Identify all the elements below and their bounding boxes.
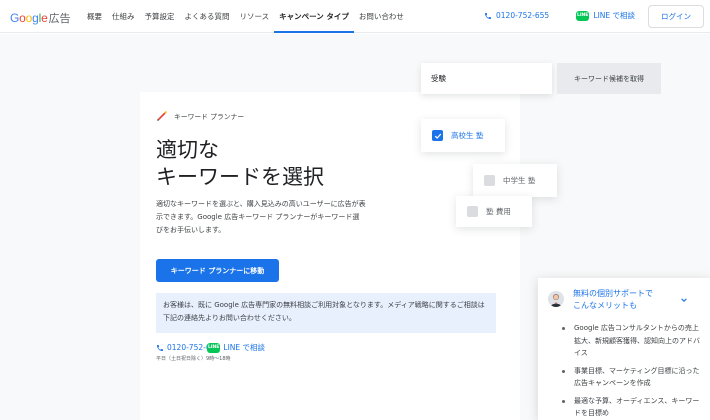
checkbox-unchecked-icon[interactable] xyxy=(484,175,495,186)
checkbox-unchecked-icon[interactable] xyxy=(467,206,478,217)
consultant-avatar xyxy=(548,291,564,307)
page-title: 適切な キーワードを選択 xyxy=(156,137,324,191)
header-line-link[interactable]: LINE LINE で相談 xyxy=(576,10,635,21)
support-card-title-line1: 無料の個別サポートで xyxy=(573,289,653,298)
contact-line-link[interactable]: LINE LINE で相談 xyxy=(207,342,265,353)
list-item: 最適な予算、オーディエンス、キーワードを目標め xyxy=(562,395,702,420)
checkbox-checked-icon[interactable] xyxy=(432,130,443,141)
consultation-notice: お客様は、既に Google 広告専門家の無料相談ご利用対象となります。メディア… xyxy=(156,293,496,333)
header-phone-number: 0120-752-655 xyxy=(496,11,550,20)
keyword-planner-cta-button[interactable]: キーワード プランナーに移動 xyxy=(156,259,279,282)
chevron-down-icon[interactable] xyxy=(680,296,688,304)
nav-item-faq[interactable]: よくある質問 xyxy=(180,0,235,33)
nav-item-contact[interactable]: お問い合わせ xyxy=(354,0,409,33)
keyword-chip-label: 高校生 塾 xyxy=(451,131,484,140)
nav-item-how-it-works[interactable]: 仕組み xyxy=(107,0,140,33)
nav-item-resources[interactable]: リソース xyxy=(235,0,275,33)
get-keyword-ideas-button[interactable]: キーワード候補を取得 xyxy=(557,63,661,94)
hero-eyebrow-label: キーワード プランナー xyxy=(174,113,245,121)
header-phone-link[interactable]: 0120-752-655 xyxy=(484,11,549,20)
logo-google-text: Google xyxy=(10,11,48,25)
nav-item-overview[interactable]: 概要 xyxy=(82,0,107,33)
top-header: Google 広告 概要 仕組み 予算設定 よくある質問 リソース キャンペーン… xyxy=(0,0,710,33)
keyword-search-input[interactable]: 受験 xyxy=(421,63,552,94)
hero-description: 適切なキーワードを選ぶと、購入見込みの高いユーザーに広告が表示できます。Goog… xyxy=(156,200,366,234)
main-nav: 概要 仕組み 予算設定 よくある質問 リソース キャンペーン タイプ お問い合わ… xyxy=(82,0,409,33)
pencil-icon xyxy=(157,110,168,121)
free-support-card: 無料の個別サポートで こんなメリットも Google 広告コンサルタントからの売… xyxy=(538,278,710,420)
phone-icon xyxy=(157,344,163,351)
line-icon: LINE xyxy=(576,10,590,21)
nav-item-campaign-types[interactable]: キャンペーン タイプ xyxy=(274,0,354,33)
phone-icon xyxy=(485,12,491,19)
list-item: Google 広告コンサルタントからの売上拡大、新規顧客獲得、認知向上のアドバイ… xyxy=(562,322,702,360)
page-title-line1: 適切な xyxy=(156,138,219,162)
nav-item-budget[interactable]: 予算設定 xyxy=(140,0,180,33)
line-icon: LINE xyxy=(207,342,221,353)
page-title-line2: キーワードを選択 xyxy=(156,165,324,189)
keyword-chip[interactable]: 高校生 塾 xyxy=(421,119,505,152)
support-benefits-list: Google 広告コンサルタントからの売上拡大、新規顧客獲得、認知向上のアドバイ… xyxy=(562,322,702,420)
support-card-title-line2: こんなメリットも xyxy=(573,301,637,310)
support-card-title[interactable]: 無料の個別サポートで こんなメリットも xyxy=(573,288,653,312)
keyword-chip[interactable]: 中学生 塾 xyxy=(473,164,557,197)
keyword-chip-label: 塾 費用 xyxy=(486,207,511,216)
login-button[interactable]: ログイン xyxy=(648,5,704,28)
keyword-chip-label: 中学生 塾 xyxy=(503,176,536,185)
header-line-label: LINE で相談 xyxy=(593,11,636,20)
contact-line-label: LINE で相談 xyxy=(223,343,266,352)
hero-eyebrow: キーワード プランナー xyxy=(156,110,244,122)
list-item: 事業目標、マーケティング目標に沿った広告キャンペーンを作成 xyxy=(562,365,702,390)
google-ads-logo[interactable]: Google 広告 xyxy=(10,10,71,26)
logo-ads-text: 広告 xyxy=(48,12,71,25)
keyword-chip[interactable]: 塾 費用 xyxy=(456,196,532,227)
contact-hours: 平日（土日祝日除く）9時〜18時 xyxy=(156,356,231,362)
